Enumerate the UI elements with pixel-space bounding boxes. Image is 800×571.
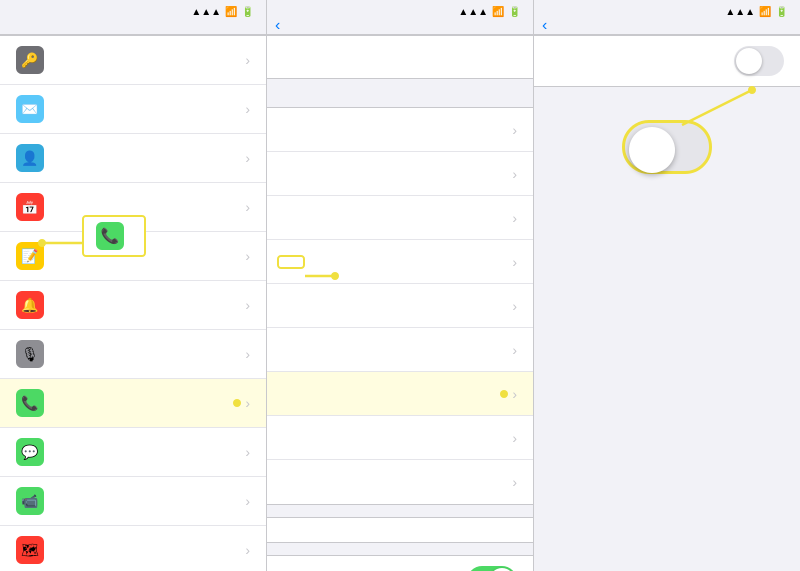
phone-chevron: › [245, 395, 250, 411]
wifi-calling-item[interactable]: › [267, 240, 533, 284]
phone-back-button[interactable]: ‹ [275, 17, 282, 35]
passwords-item[interactable]: 🔑 › [0, 36, 266, 85]
maps-chevron: › [245, 542, 250, 558]
passwords-chevron: › [245, 52, 250, 68]
phone-settings-list: › › › › › [267, 35, 533, 571]
call-forwarding-toggle-item[interactable] [534, 36, 800, 86]
status-bar-3: ▲▲▲ 📶 🔋 [534, 0, 800, 22]
mail-chevron: › [245, 101, 250, 117]
reminders-item[interactable]: 🔔 › [0, 281, 266, 330]
messages-icon: 💬 [16, 438, 44, 466]
phone-panel: ▲▲▲ 📶 🔋 ‹ › [267, 0, 534, 571]
dial-assist-group [267, 555, 533, 571]
maps-item[interactable]: 🗺 › [0, 526, 266, 571]
back-chevron-2: ‹ [275, 17, 280, 35]
settings-nav [0, 22, 266, 35]
voicemail-link[interactable] [267, 517, 533, 543]
mail-item[interactable]: ✉️ › [0, 85, 266, 134]
status-bar-1: ▲▲▲ 📶 🔋 [0, 0, 266, 22]
forwarding-settings-list [534, 35, 800, 571]
contacts-chevron: › [245, 150, 250, 166]
voicememos-icon: 🎙 [16, 340, 44, 368]
settings-main-group: 🔑 › ✉️ › 👤 › [0, 35, 266, 571]
signal-icon-3: ▲▲▲ [725, 7, 755, 18]
battery-icon: 🔋 [242, 7, 254, 18]
my-number-row [267, 35, 533, 79]
forwarding-toggle-group [534, 35, 800, 87]
calls-other-chevron: › [512, 298, 517, 314]
calendar-item[interactable]: 📅 › [0, 183, 266, 232]
facetime-chevron: › [245, 493, 250, 509]
status-icons-1: ▲▲▲ 📶 🔋 [191, 7, 254, 18]
status-icons-3: ▲▲▲ 📶 🔋 [725, 7, 788, 18]
reminders-icon: 🔔 [16, 291, 44, 319]
dial-assist-item[interactable] [267, 556, 533, 571]
contacts-item[interactable]: 👤 › [0, 134, 266, 183]
phone-nav: ‹ [267, 22, 533, 35]
wifi-chevron: › [512, 254, 517, 270]
calendar-chevron: › [245, 199, 250, 215]
calendar-icon: 📅 [16, 193, 44, 221]
phone-gap-2 [267, 505, 533, 517]
status-icons-2: ▲▲▲ 📶 🔋 [458, 7, 521, 18]
messages-chevron: › [245, 444, 250, 460]
wifi-icon: 📶 [225, 7, 237, 18]
wifi-icon-3: 📶 [759, 7, 771, 18]
settings-list: 🔑 › ✉️ › 👤 › [0, 35, 266, 571]
back-chevron-3: ‹ [542, 17, 547, 35]
dial-assist-toggle[interactable] [467, 566, 517, 571]
signal-icon: ▲▲▲ [191, 7, 221, 18]
phone-dot [233, 399, 241, 407]
respond-chevron: › [512, 342, 517, 358]
battery-icon-2: 🔋 [509, 7, 521, 18]
announce-calls-item[interactable]: › [267, 108, 533, 152]
notes-icon: 📝 [16, 242, 44, 270]
call-forwarding-toggle[interactable] [734, 46, 784, 76]
announce-chevron: › [512, 122, 517, 138]
signal-icon-2: ▲▲▲ [458, 7, 488, 18]
blocking-chevron: › [512, 166, 517, 182]
forwarding-chevron: › [512, 386, 517, 402]
mail-icon: ✉️ [16, 95, 44, 123]
voicememos-chevron: › [245, 346, 250, 362]
status-bar-2: ▲▲▲ 📶 🔋 [267, 0, 533, 22]
phone-item[interactable]: 📞 › [0, 379, 266, 428]
respond-text-item[interactable]: › [267, 328, 533, 372]
waiting-chevron: › [512, 430, 517, 446]
phone-gap-1 [267, 79, 533, 93]
reminders-chevron: › [245, 297, 250, 313]
phone-icon: 📞 [16, 389, 44, 417]
sms-reporting-item[interactable]: › [267, 196, 533, 240]
calls-section-header [267, 93, 533, 107]
forwarding-toggle-knob [736, 48, 762, 74]
notes-chevron: › [245, 248, 250, 264]
call-waiting-item[interactable]: › [267, 416, 533, 460]
wifi-icon-2: 📶 [492, 7, 504, 18]
call-forwarding-panel: ▲▲▲ 📶 🔋 ‹ [534, 0, 800, 571]
sms-chevron: › [512, 210, 517, 226]
facetime-icon: 📹 [16, 487, 44, 515]
maps-icon: 🗺 [16, 536, 44, 564]
forwarding-back-button[interactable]: ‹ [542, 17, 549, 35]
phone-gap-3 [267, 543, 533, 555]
caller-id-chevron: › [512, 474, 517, 490]
calls-group: › › › › › [267, 107, 533, 505]
contacts-icon: 👤 [16, 144, 44, 172]
forwarding-dot [500, 390, 508, 398]
calls-other-item[interactable]: › [267, 284, 533, 328]
notes-item[interactable]: 📝 › [0, 232, 266, 281]
battery-icon-3: 🔋 [776, 7, 788, 18]
messages-item[interactable]: 💬 › [0, 428, 266, 477]
call-forwarding-item[interactable]: › [267, 372, 533, 416]
facetime-item[interactable]: 📹 › [0, 477, 266, 526]
caller-id-item[interactable]: › [267, 460, 533, 504]
call-blocking-item[interactable]: › [267, 152, 533, 196]
settings-panel: ▲▲▲ 📶 🔋 🔑 › ✉️ › [0, 0, 267, 571]
forwarding-nav: ‹ [534, 22, 800, 35]
passwords-icon: 🔑 [16, 46, 44, 74]
voicememos-item[interactable]: 🎙 › [0, 330, 266, 379]
